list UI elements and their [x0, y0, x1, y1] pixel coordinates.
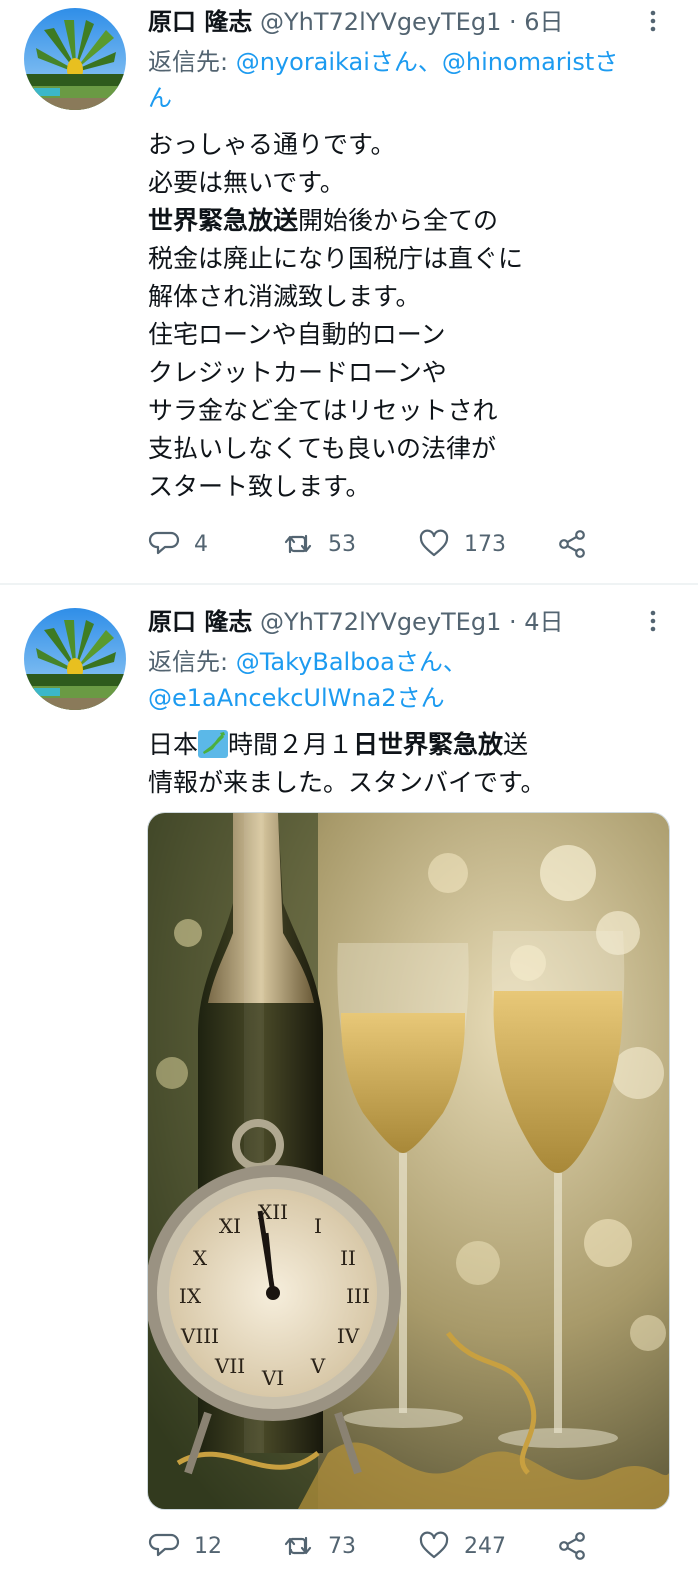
tweet-line: おっしゃる通りです。 — [148, 130, 396, 159]
tweet-media-image[interactable]: XII I II III IV V VI VII VIII IX X XI — [147, 812, 670, 1510]
tweet[interactable]: 原口 隆志 @YhT72lYVgeyTEg1 · 4日 返信先: @TakyBa… — [0, 600, 698, 1583]
tweet-line: サラ金など全てはリセットされ — [148, 396, 498, 425]
tweet-actions: 12 73 247 — [148, 1526, 648, 1566]
like-button[interactable]: 247 — [418, 1526, 506, 1566]
separator-dot: · — [509, 8, 517, 36]
more-options-button[interactable] — [638, 6, 668, 36]
tweet-line: 必要は無いです。 — [148, 168, 345, 197]
tweet-line: 世界緊急放送開始後から全ての — [148, 202, 678, 240]
mention-link-continued[interactable]: ん — [148, 84, 172, 112]
avatar-image — [24, 608, 126, 710]
tweet-header: 原口 隆志 @YhT72lYVgeyTEg1 · 6日 — [148, 6, 564, 38]
share-button[interactable] — [556, 524, 588, 564]
like-count: 247 — [464, 1533, 506, 1559]
retweet-button[interactable]: 73 — [282, 1526, 356, 1566]
tweet-text: おっしゃる通りです。 必要は無いです。 世界緊急放送開始後から全ての 税金は廃止… — [148, 126, 678, 506]
reply-icon — [148, 531, 180, 555]
tweet-header: 原口 隆志 @YhT72lYVgeyTEg1 · 4日 — [148, 606, 564, 638]
svg-text:XI: XI — [219, 1214, 241, 1238]
share-icon — [559, 1532, 585, 1560]
tweet-actions: 4 53 173 — [148, 524, 648, 564]
svg-text:VIII: VIII — [180, 1324, 219, 1348]
separator-dot: · — [509, 608, 517, 636]
tweet-line: 税金は廃止になり国税庁は直ぐに — [148, 244, 524, 273]
tweet-line: 日本 時間２月１日世界緊急放送 — [148, 726, 678, 764]
mention-link[interactable]: @e1aAncekcUlWna2さん — [148, 684, 445, 712]
heart-icon — [419, 529, 449, 557]
svg-text:VII: VII — [214, 1354, 245, 1378]
reply-button[interactable]: 12 — [148, 1526, 222, 1566]
tweet-divider — [0, 583, 698, 585]
champagne-clock-photo: XII I II III IV V VI VII VIII IX X XI — [148, 813, 669, 1509]
retweet-count: 73 — [328, 1533, 356, 1559]
reply-count: 4 — [194, 531, 208, 557]
svg-text:VI: VI — [261, 1366, 284, 1390]
more-vertical-icon — [650, 610, 656, 632]
reply-button[interactable]: 4 — [148, 524, 208, 564]
svg-text:X: X — [193, 1246, 208, 1270]
replying-to: 返信先: @TakyBalboaさん、 @e1aAncekcUlWna2さん — [148, 644, 668, 716]
svg-text:IX: IX — [179, 1284, 202, 1308]
display-name[interactable]: 原口 隆志 — [148, 608, 252, 636]
share-button[interactable] — [556, 1526, 588, 1566]
avatar-image — [24, 8, 126, 110]
tweet-line: 情報が来ました。スタンバイです。 — [148, 768, 546, 797]
tweet-text: 日本 時間２月１日世界緊急放送 情報が来ました。スタンバイです。 — [148, 726, 678, 802]
retweet-icon — [284, 1536, 312, 1556]
tweet-line: スタート致します。 — [148, 472, 371, 501]
tweet-line: 解体され消滅致します。 — [148, 282, 421, 311]
like-button[interactable]: 173 — [418, 524, 506, 564]
share-icon — [559, 530, 585, 558]
reply-prefix: 返信先: — [148, 48, 236, 76]
svg-text:II: II — [340, 1246, 356, 1270]
more-options-button[interactable] — [638, 606, 668, 636]
svg-text:V: V — [310, 1354, 326, 1378]
tweet-line: 住宅ローンや自動的ローン — [148, 320, 446, 349]
tweet-line-rest: 開始後から全ての — [298, 206, 499, 235]
tweet-text-fragment: 時間２月１ — [228, 730, 354, 759]
bold-phrase: 日世界緊急放 — [353, 730, 504, 759]
more-vertical-icon — [650, 10, 656, 32]
svg-text:IV: IV — [337, 1324, 360, 1348]
avatar[interactable] — [24, 8, 126, 110]
reply-icon — [148, 1533, 180, 1557]
retweet-button[interactable]: 53 — [282, 524, 356, 564]
svg-text:III: III — [346, 1284, 370, 1308]
timestamp[interactable]: 6日 — [524, 8, 563, 36]
mention-link[interactable]: @TakyBalboaさん、 — [236, 648, 467, 676]
user-handle[interactable]: @YhT72lYVgeyTEg1 — [260, 8, 501, 36]
reply-count: 12 — [194, 1533, 222, 1559]
japan-map-emoji — [198, 730, 229, 758]
reply-prefix: 返信先: — [148, 648, 236, 676]
retweet-count: 53 — [328, 531, 356, 557]
tweet[interactable]: 原口 隆志 @YhT72lYVgeyTEg1 · 6日 返信先: @nyorai… — [0, 0, 698, 583]
tweet-text-fragment: 日本 — [148, 730, 199, 759]
bold-phrase: 世界緊急放送 — [148, 206, 299, 235]
avatar[interactable] — [24, 608, 126, 710]
heart-icon — [419, 1531, 449, 1559]
replying-to: 返信先: @nyoraikaiさん、@hinomaristさ ん — [148, 44, 668, 116]
tweet-line: 支払いしなくても良いの法律が — [148, 434, 497, 463]
display-name[interactable]: 原口 隆志 — [148, 8, 252, 36]
tweet-line: クレジットカードローンや — [148, 358, 447, 387]
user-handle[interactable]: @YhT72lYVgeyTEg1 — [260, 608, 501, 636]
mention-link[interactable]: @nyoraikaiさん、 — [236, 48, 442, 76]
tweet-text-fragment: 送 — [503, 730, 529, 759]
timestamp[interactable]: 4日 — [524, 608, 563, 636]
like-count: 173 — [464, 531, 506, 557]
mention-link[interactable]: @hinomaristさ — [442, 48, 618, 76]
svg-text:I: I — [314, 1214, 322, 1238]
retweet-icon — [284, 534, 312, 554]
